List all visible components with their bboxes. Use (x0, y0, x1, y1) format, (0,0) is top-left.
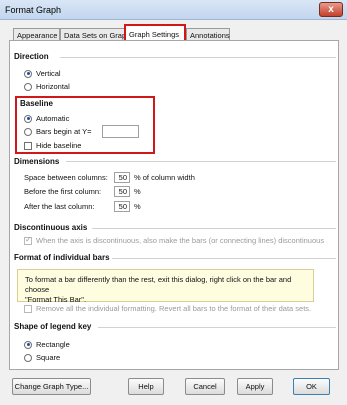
note-line-1: To format a bar differently than the res… (25, 275, 292, 294)
before-first-input[interactable]: 50 (114, 186, 130, 197)
space-between-label: Space between columns: (24, 173, 108, 182)
discontinuous-label: When the axis is discontinuous, also mak… (36, 236, 325, 245)
dimension-row: After the last column: 50 % (24, 201, 141, 212)
after-last-unit: % (134, 202, 141, 211)
direction-vertical-label: Vertical (36, 69, 61, 78)
bars-begin-input[interactable] (101, 125, 139, 138)
baseline-automatic-label: Automatic (36, 114, 70, 123)
ok-button[interactable]: OK (293, 378, 330, 395)
direction-horizontal-label: Horizontal (36, 82, 70, 91)
cancel-button[interactable]: Cancel (185, 378, 225, 395)
discontinuous-option[interactable]: When the axis is discontinuous, also mak… (24, 235, 325, 245)
change-graph-type-button[interactable]: Change Graph Type... (12, 378, 91, 395)
help-button[interactable]: Help (128, 378, 164, 395)
direction-horizontal-option[interactable]: Horizontal (24, 82, 70, 91)
legend-square-option[interactable]: Square (24, 353, 60, 362)
square-label: Square (36, 353, 61, 362)
space-between-unit: % of column width (134, 173, 195, 182)
dimension-row: Space between columns: 50 % of column wi… (24, 172, 195, 183)
baseline-title: Baseline (20, 99, 53, 108)
divider (98, 327, 336, 328)
divider (92, 228, 336, 229)
radio-button[interactable] (24, 340, 32, 349)
divider (66, 161, 336, 162)
discontinuous-checkbox[interactable] (24, 235, 32, 245)
legend-rectangle-option[interactable]: Rectangle (24, 340, 70, 349)
radio-button[interactable] (24, 114, 32, 123)
radio-button[interactable] (24, 69, 32, 78)
direction-vertical-option[interactable]: Vertical (24, 69, 61, 78)
dimension-row: Before the first column: 50 % (24, 186, 141, 197)
window-title: Format Graph (5, 5, 62, 15)
hide-baseline-label: Hide baseline (36, 141, 82, 150)
before-first-label: Before the first column: (24, 187, 102, 196)
baseline-bars-begin-option[interactable]: Bars begin at Y= (24, 125, 139, 138)
hide-baseline-checkbox[interactable] (24, 141, 32, 150)
discontinuous-title: Discontinuous axis (14, 223, 88, 232)
bars-begin-label: Bars begin at Y= (36, 127, 92, 136)
radio-button[interactable] (24, 127, 32, 136)
before-first-unit: % (134, 187, 141, 196)
dimensions-title: Dimensions (14, 157, 60, 166)
baseline-automatic-option[interactable]: Automatic (24, 114, 69, 123)
hide-baseline-option[interactable]: Hide baseline (24, 141, 81, 150)
divider (60, 57, 336, 58)
remove-formatting-option[interactable]: Remove all the individual formatting. Re… (24, 304, 311, 313)
remove-formatting-label: Remove all the individual formatting. Re… (36, 304, 312, 313)
apply-button[interactable]: Apply (237, 378, 273, 395)
title-bar: Format Graph x (0, 0, 347, 20)
rectangle-label: Rectangle (36, 340, 70, 349)
direction-title: Direction (14, 52, 49, 61)
radio-button[interactable] (24, 353, 32, 362)
close-button[interactable]: x (319, 2, 343, 17)
after-last-input[interactable]: 50 (114, 201, 130, 212)
divider (112, 258, 336, 259)
space-between-input[interactable]: 50 (114, 172, 130, 183)
radio-button[interactable] (24, 82, 32, 91)
after-last-label: After the last column: (24, 202, 95, 211)
individual-bars-title: Format of individual bars (14, 253, 110, 262)
remove-formatting-checkbox[interactable] (24, 304, 32, 313)
individual-bars-note: To format a bar differently than the res… (17, 269, 314, 304)
legend-shape-title: Shape of legend key (14, 322, 92, 331)
